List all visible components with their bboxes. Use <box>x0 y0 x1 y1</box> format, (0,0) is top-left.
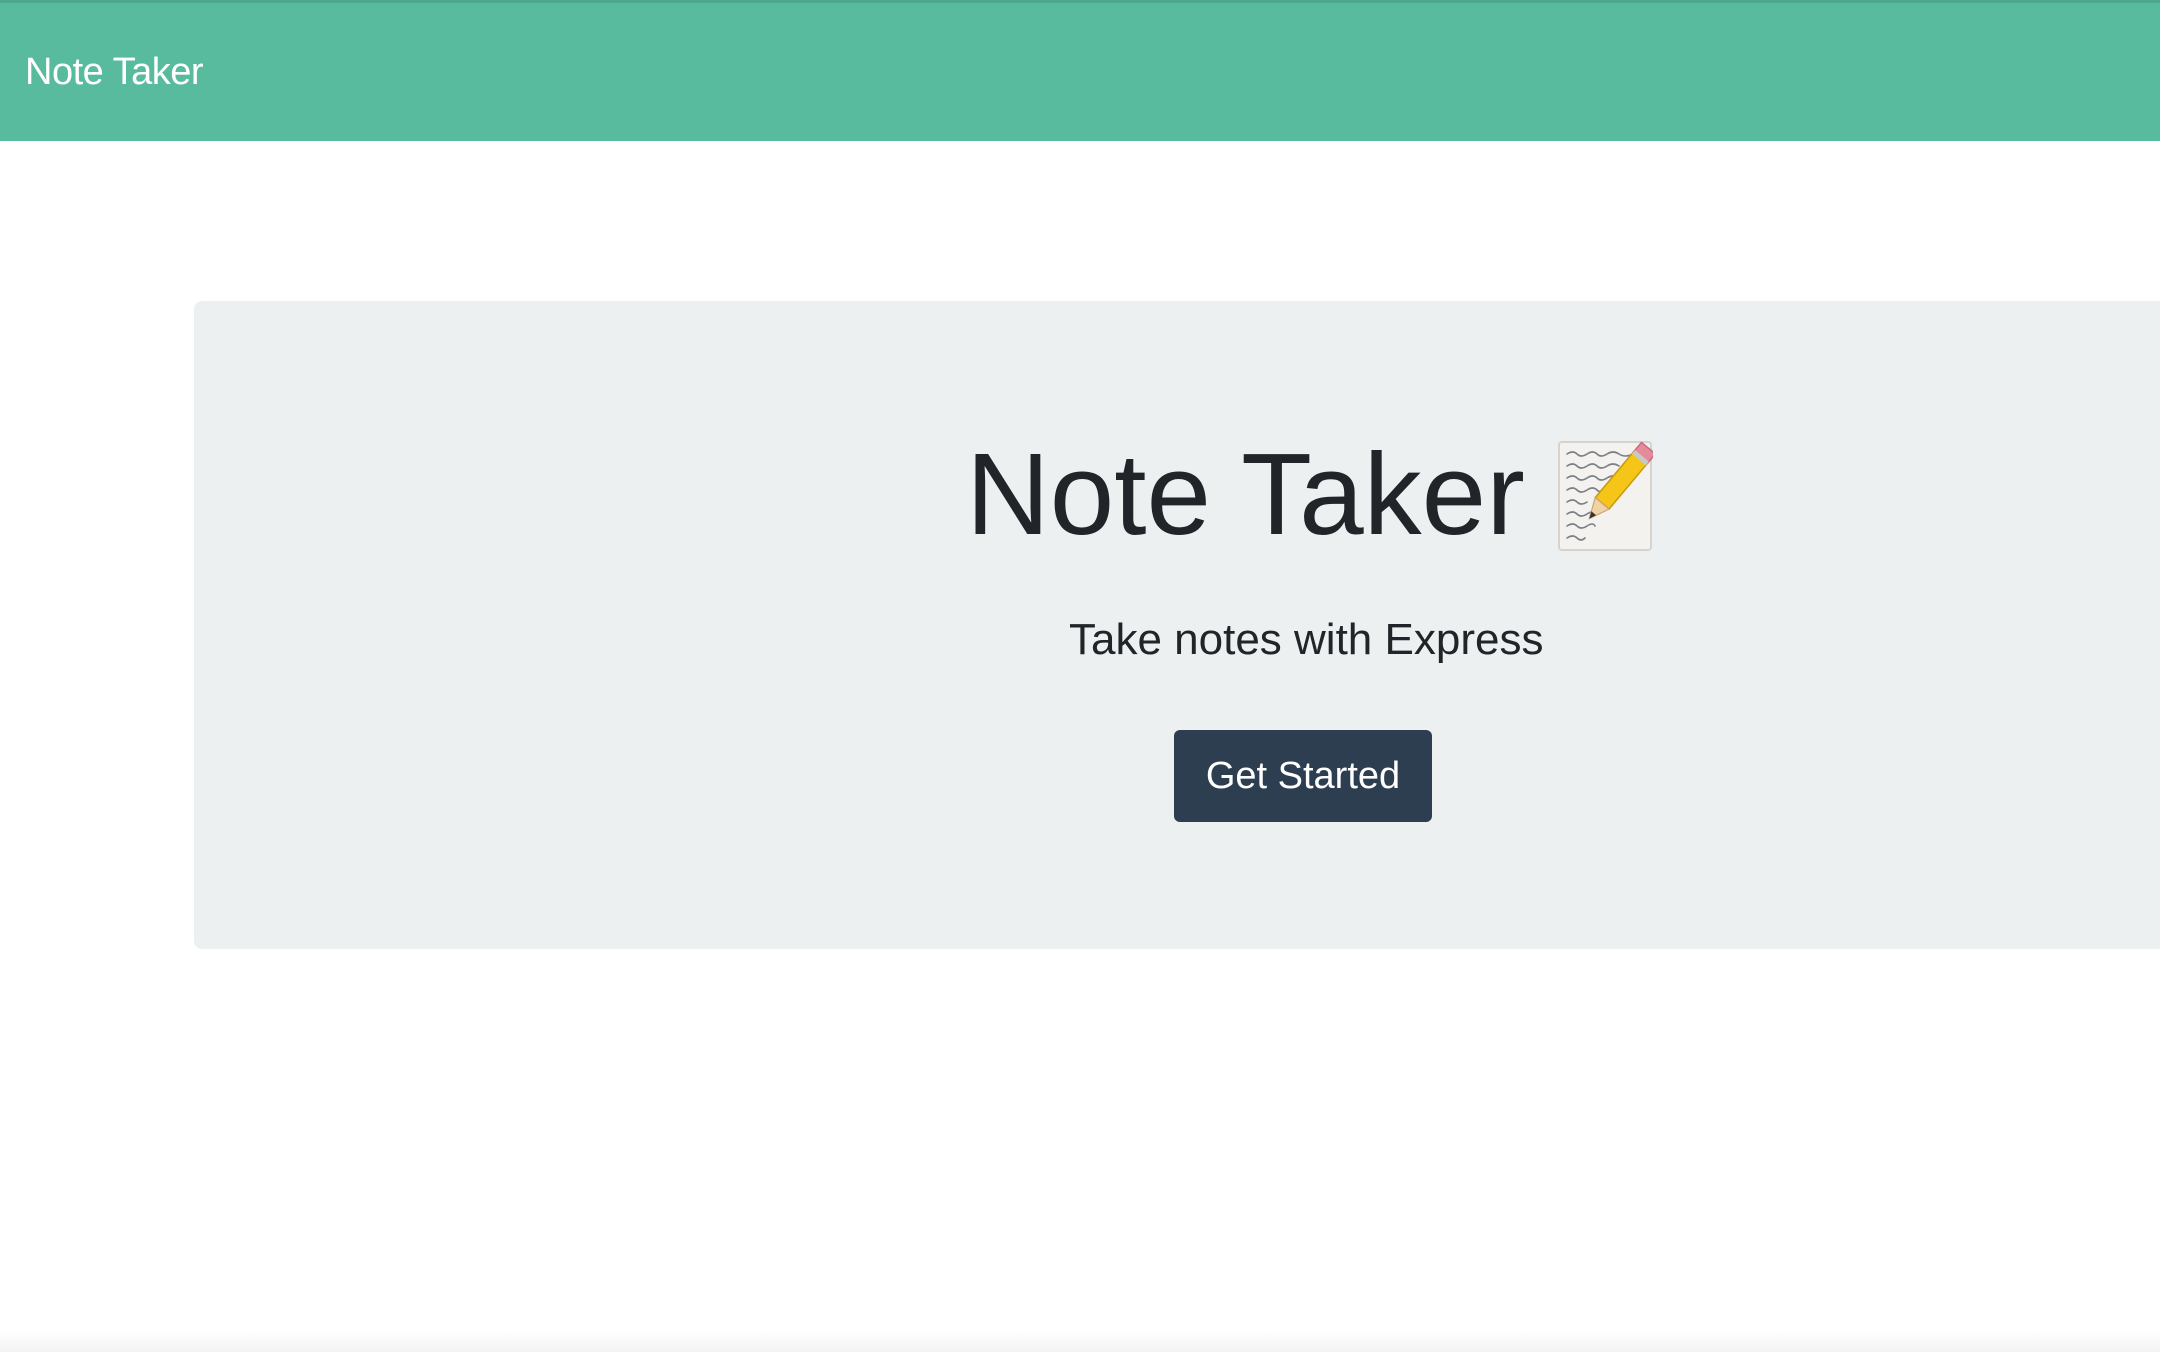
navbar-brand-link[interactable]: Note Taker <box>25 51 204 94</box>
top-navbar: Note Taker <box>0 0 2160 141</box>
hero-title: Note Taker <box>966 429 1657 559</box>
hero-title-text: Note Taker <box>966 429 1525 559</box>
memo-pencil-icon <box>1557 440 1657 552</box>
bottom-edge <box>0 1330 2160 1352</box>
hero-subtitle: Take notes with Express <box>1069 615 1544 664</box>
get-started-button[interactable]: Get Started <box>1174 730 1432 822</box>
